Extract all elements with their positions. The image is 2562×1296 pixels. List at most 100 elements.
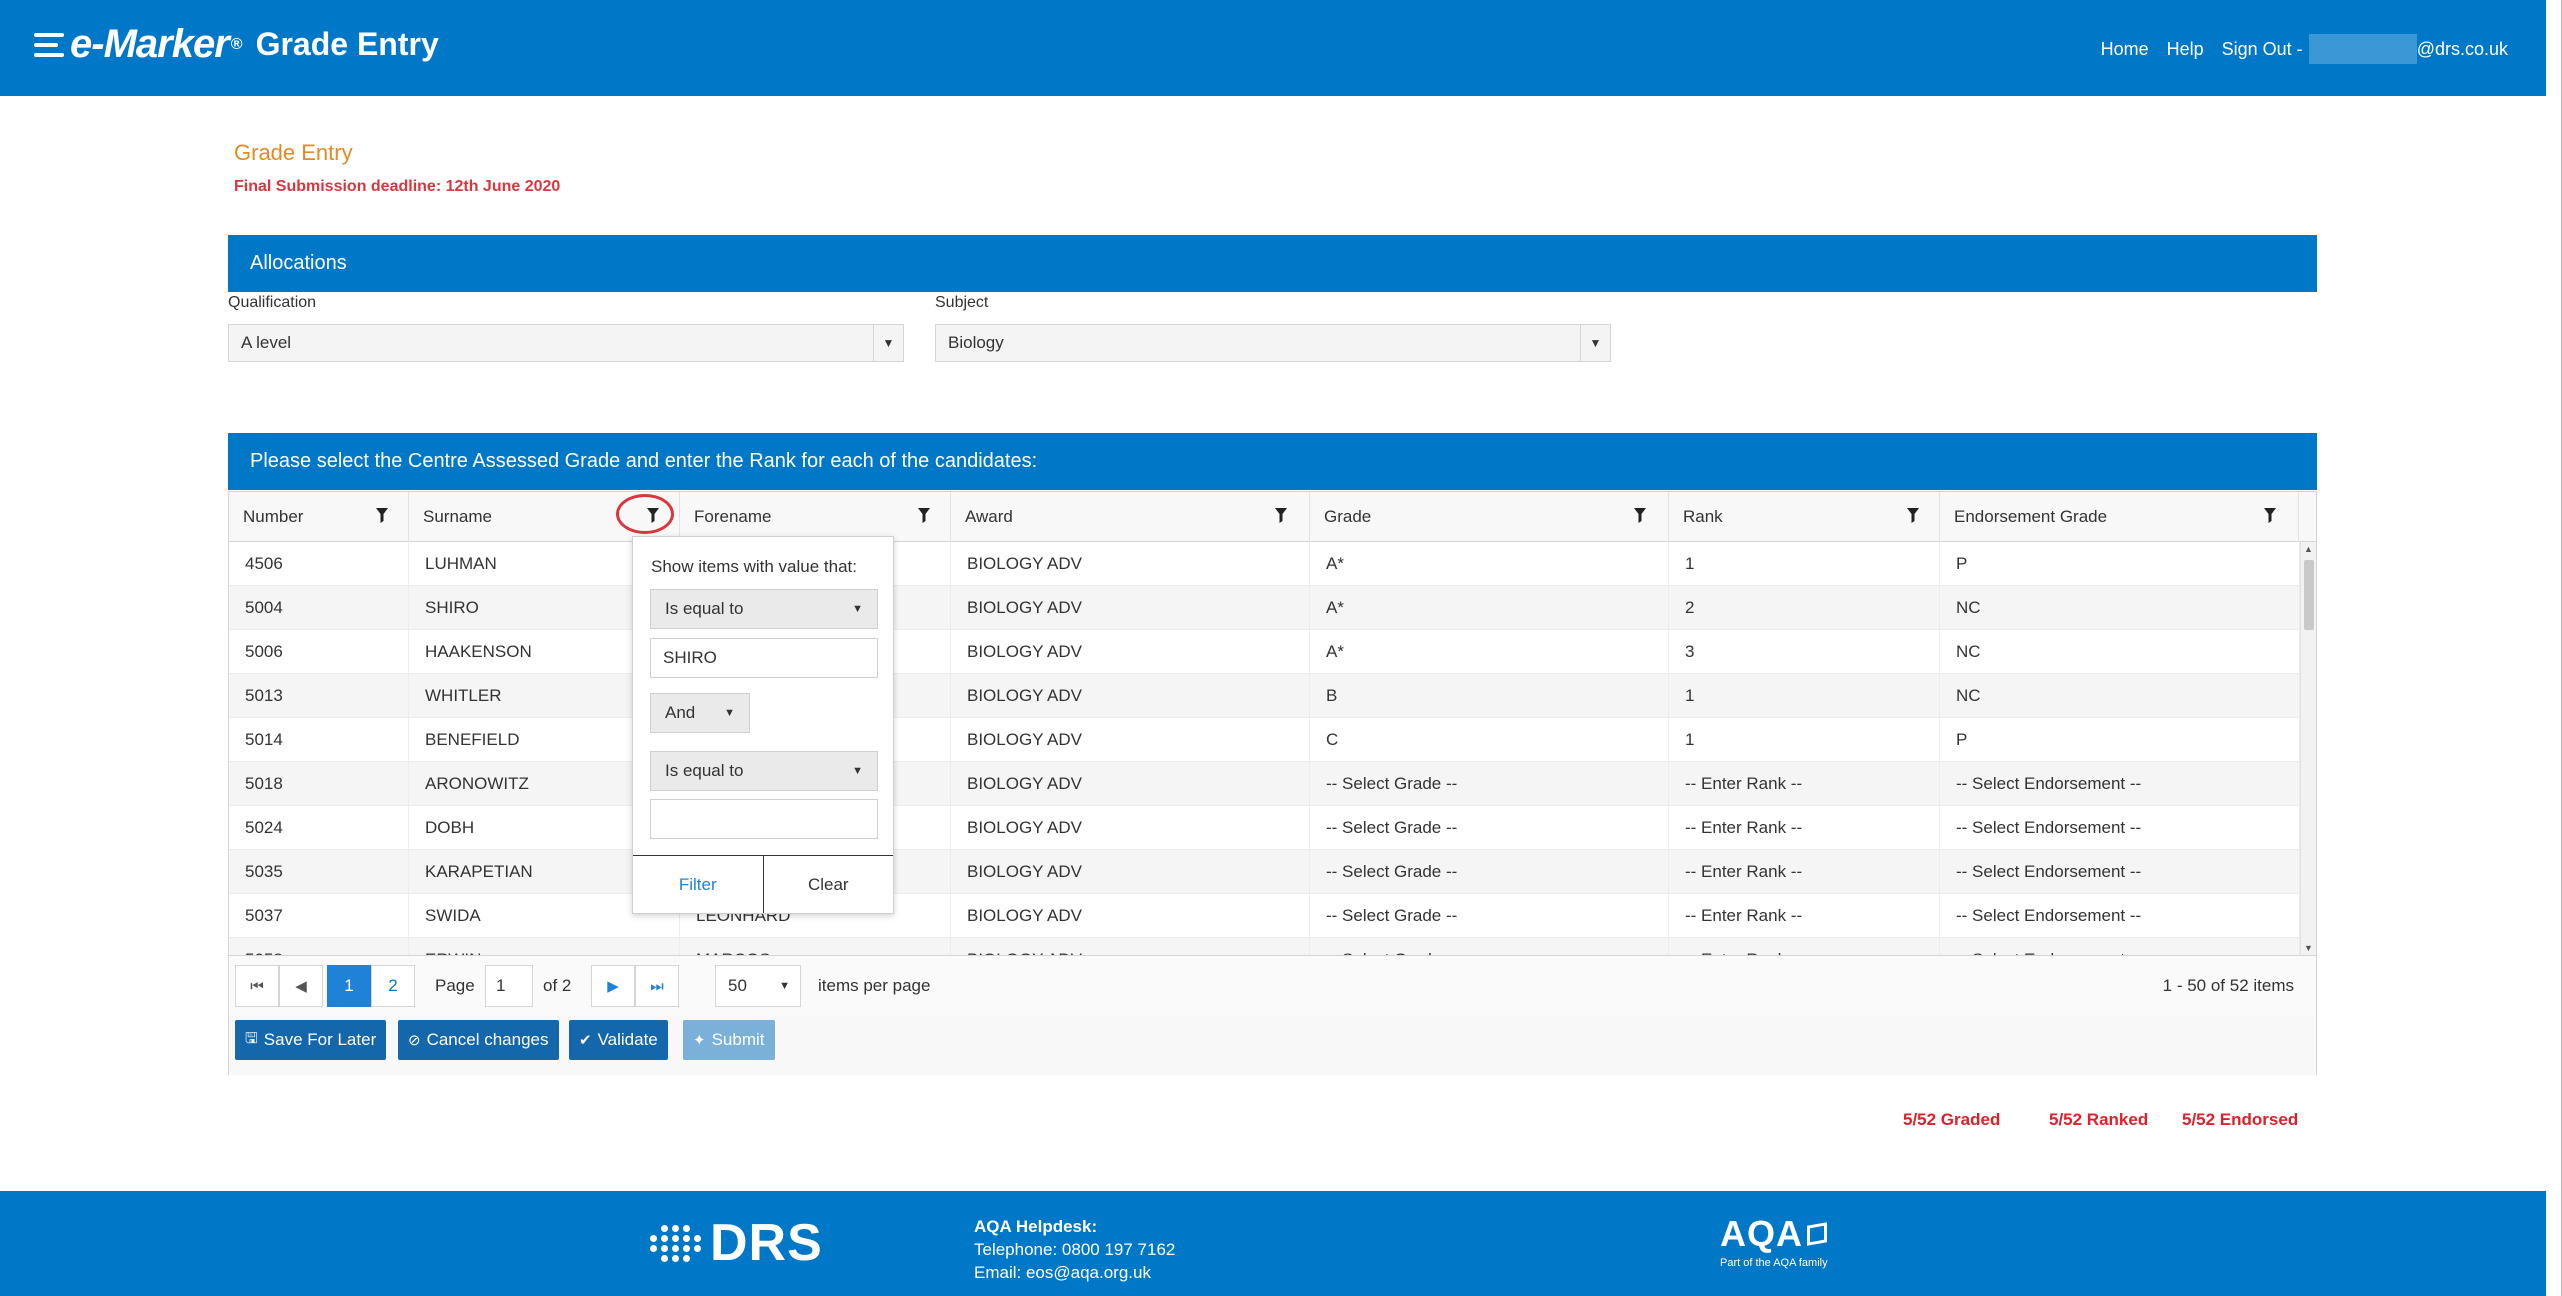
cell-endorsement[interactable]: -- Select Endorsement -- xyxy=(1940,894,2300,938)
filter-icon[interactable] xyxy=(1906,506,1920,524)
cell-endorsement[interactable]: -- Select Endorsement -- xyxy=(1940,806,2300,850)
cell-grade[interactable]: A* xyxy=(1310,630,1669,674)
filter-popup-footer: Filter Clear xyxy=(633,855,893,913)
filter-operator2-select[interactable]: Is equal to ▼ xyxy=(650,751,878,791)
cell-rank[interactable]: 1 xyxy=(1669,674,1940,718)
cell-grade[interactable]: C xyxy=(1310,718,1669,762)
cell-rank[interactable]: 2 xyxy=(1669,586,1940,630)
cell-grade[interactable]: -- Select Grade -- xyxy=(1310,762,1669,806)
table-row[interactable]: 5018 ARONOWITZ BIOLOGY ADV -- Select Grade … xyxy=(229,762,2300,806)
page-button-2[interactable]: 2 xyxy=(371,965,415,1007)
last-page-icon[interactable]: ⏭ xyxy=(635,965,679,1007)
col-header-endorsement[interactable]: Endorsement Grade xyxy=(1940,492,2299,542)
cell-rank[interactable]: -- Enter Rank -- xyxy=(1669,806,1940,850)
subject-select[interactable]: Biology ▼ xyxy=(935,324,1611,362)
drs-dots-icon xyxy=(650,1224,702,1262)
cell-forename: MARCOS xyxy=(680,938,951,955)
next-page-icon[interactable]: ▶ xyxy=(591,965,635,1007)
filter-logic-select[interactable]: And ▼ xyxy=(650,693,750,733)
chevron-down-icon[interactable]: ▼ xyxy=(852,603,863,615)
page-input[interactable]: 1 xyxy=(485,965,533,1007)
save-for-later-button[interactable]: 🖫 Save For Later xyxy=(235,1020,387,1060)
cell-rank[interactable]: 3 xyxy=(1669,630,1940,674)
cell-endorsement[interactable]: NC xyxy=(1940,674,2300,718)
col-header-award[interactable]: Award xyxy=(951,492,1310,542)
table-row[interactable]: 5014 BENEFIELD BIOLOGY ADV C 1 P xyxy=(229,718,2300,762)
cell-rank[interactable]: 1 xyxy=(1669,542,1940,586)
first-page-icon[interactable]: ⏮ xyxy=(235,965,279,1007)
filter-value2-input[interactable] xyxy=(650,799,878,839)
chevron-down-icon[interactable]: ▼ xyxy=(873,325,903,361)
cell-grade[interactable]: -- Select Grade -- xyxy=(1310,850,1669,894)
prev-page-icon[interactable]: ◀ xyxy=(279,965,323,1007)
cell-rank[interactable]: -- Enter Rank -- xyxy=(1669,762,1940,806)
filter-icon[interactable] xyxy=(917,506,931,524)
cell-award: BIOLOGY ADV xyxy=(951,894,1310,938)
chevron-down-icon[interactable]: ▼ xyxy=(852,765,863,777)
cell-rank[interactable]: -- Enter Rank -- xyxy=(1669,938,1940,955)
scroll-up-icon[interactable]: ▲ xyxy=(2304,544,2313,554)
home-link[interactable]: Home xyxy=(2101,39,2149,60)
chevron-down-icon[interactable]: ▼ xyxy=(724,707,735,719)
filter-icon[interactable] xyxy=(1274,506,1288,524)
col-header-forename[interactable]: Forename xyxy=(680,492,951,542)
page-size-select[interactable]: 50 ▼ xyxy=(715,965,801,1007)
filter-clear-button[interactable]: Clear xyxy=(764,856,894,913)
submit-button[interactable]: ✦ Submit xyxy=(683,1020,775,1060)
cell-number: 5013 xyxy=(229,674,409,718)
table-row[interactable]: 5006 HAAKENSON BIOLOGY ADV A* 3 NC xyxy=(229,630,2300,674)
filter-icon[interactable] xyxy=(375,506,389,524)
validate-button[interactable]: ✔ Validate xyxy=(569,1020,668,1060)
cell-grade[interactable]: A* xyxy=(1310,586,1669,630)
col-header-grade[interactable]: Grade xyxy=(1310,492,1669,542)
table-row[interactable]: 5035 KARAPETIAN BIOLOGY ADV -- Select Grade… xyxy=(229,850,2300,894)
signout-link[interactable]: Sign Out - xyxy=(2222,39,2303,60)
cell-endorsement[interactable]: NC xyxy=(1940,586,2300,630)
cell-endorsement[interactable]: NC xyxy=(1940,630,2300,674)
page-button-1[interactable]: 1 xyxy=(327,965,371,1007)
chevron-down-icon[interactable]: ▼ xyxy=(779,980,790,992)
cell-grade[interactable]: A* xyxy=(1310,542,1669,586)
help-link[interactable]: Help xyxy=(2167,39,2204,60)
table-row[interactable]: 5024 DOBH BIOLOGY ADV -- Select Grade -- -- … xyxy=(229,806,2300,850)
filter-value1-input[interactable]: SHIRO xyxy=(650,638,878,678)
filter-icon[interactable] xyxy=(1633,506,1647,524)
cell-rank[interactable]: -- Enter Rank -- xyxy=(1669,850,1940,894)
table-row[interactable]: 5058ERWINMARCOSBIOLOGY ADV-- Select Grad… xyxy=(229,938,2300,955)
cell-grade[interactable]: -- Select Grade -- xyxy=(1310,894,1669,938)
scroll-down-icon[interactable]: ▼ xyxy=(2304,943,2313,953)
items-per-page-label: items per page xyxy=(818,976,931,995)
filter-icon[interactable] xyxy=(2263,506,2277,524)
ranked-count: 5/52 Ranked xyxy=(2049,1110,2149,1129)
col-header-number[interactable]: Number xyxy=(229,492,409,542)
table-row[interactable]: 5013 WHITLER BIOLOGY ADV B 1 NC xyxy=(229,674,2300,718)
cell-grade[interactable]: B xyxy=(1310,674,1669,718)
col-header-rank[interactable]: Rank xyxy=(1669,492,1940,542)
deadline-text: Final Submission deadline: 12th June 202… xyxy=(234,178,561,195)
cell-grade[interactable]: -- Select Grade -- xyxy=(1310,938,1669,955)
graded-count: 5/52 Graded xyxy=(1903,1110,2001,1129)
app-title: Grade Entry xyxy=(255,26,439,62)
cancel-changes-button[interactable]: ⊘ Cancel changes xyxy=(398,1020,559,1060)
qualification-select[interactable]: A level ▼ xyxy=(228,324,904,362)
emarker-logo[interactable]: e-Marker ® Grade Entry xyxy=(34,22,439,67)
drs-wordmark: DRS xyxy=(710,1214,823,1272)
chevron-down-icon[interactable]: ▼ xyxy=(1580,325,1610,361)
table-row[interactable]: 5004 SHIRO BIOLOGY ADV A* 2 NC xyxy=(229,586,2300,630)
cell-endorsement[interactable]: P xyxy=(1940,718,2300,762)
cell-grade[interactable]: -- Select Grade -- xyxy=(1310,806,1669,850)
grid-scrollbar[interactable]: ▲ ▼ xyxy=(2300,542,2316,955)
table-row[interactable]: 5037 SWIDA LEONHARD BIOLOGY ADV -- Select Gr… xyxy=(229,894,2300,938)
cell-number: 5058 xyxy=(229,938,409,955)
filter-operator1-select[interactable]: Is equal to ▼ xyxy=(650,589,878,629)
scrollbar-thumb[interactable] xyxy=(2304,560,2314,630)
cell-endorsement[interactable]: P xyxy=(1940,542,2300,586)
cell-endorsement[interactable]: -- Select Endorsement -- xyxy=(1940,938,2300,955)
table-row[interactable]: 4506 LUHMAN BIOLOGY ADV A* 1 P xyxy=(229,542,2300,586)
cell-rank[interactable]: -- Enter Rank -- xyxy=(1669,894,1940,938)
cell-number: 5014 xyxy=(229,718,409,762)
cell-endorsement[interactable]: -- Select Endorsement -- xyxy=(1940,762,2300,806)
filter-apply-button[interactable]: Filter xyxy=(633,856,764,913)
cell-rank[interactable]: 1 xyxy=(1669,718,1940,762)
cell-endorsement[interactable]: -- Select Endorsement -- xyxy=(1940,850,2300,894)
